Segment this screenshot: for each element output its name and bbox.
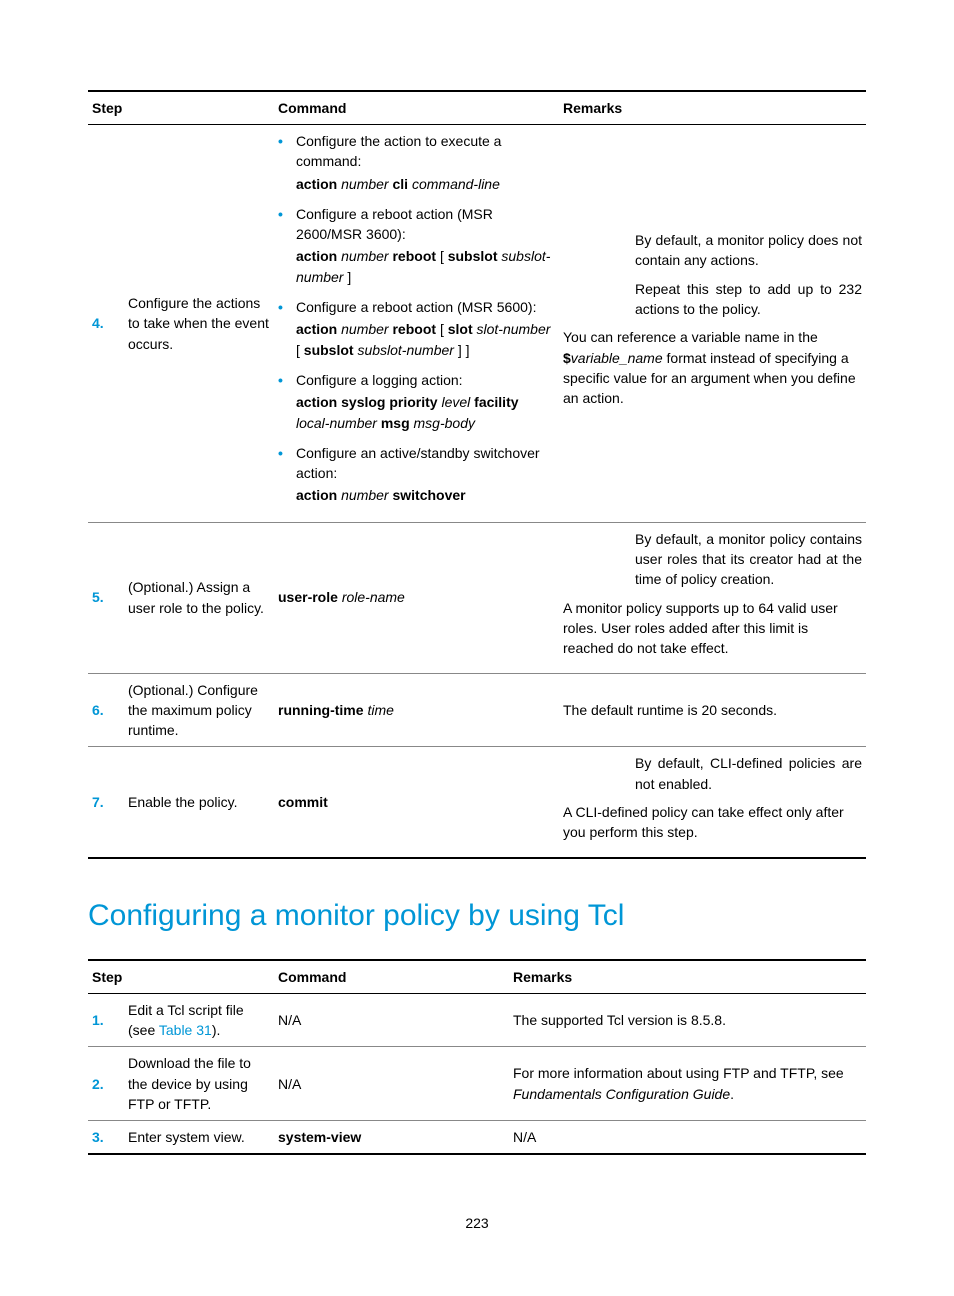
remark-para: A CLI-defined policy can take effect onl… xyxy=(563,802,862,843)
step-command: N/A xyxy=(274,1047,509,1121)
step-remarks: The supported Tcl version is 8.5.8. xyxy=(509,993,866,1047)
step-remarks: By default, a monitor policy contains us… xyxy=(559,522,866,673)
table-row: 4. Configure the actions to take when th… xyxy=(88,125,866,523)
bullet-item: Configure a reboot action (MSR 2600/MSR … xyxy=(278,204,555,287)
step-number: 2. xyxy=(88,1047,124,1121)
step-number: 5. xyxy=(88,522,124,673)
step-remarks: N/A xyxy=(509,1121,866,1155)
step-remarks: By default, CLI-defined policies are not… xyxy=(559,747,866,858)
bullet-text: Configure an active/standby switchover a… xyxy=(296,445,540,481)
step-desc: Edit a Tcl script file (see Table 31). xyxy=(124,993,274,1047)
bullet-item: Configure a logging action: action syslo… xyxy=(278,370,555,433)
page-number: 223 xyxy=(88,1215,866,1231)
remark-para: The default runtime is 20 seconds. xyxy=(563,700,862,720)
step-remarks: By default, a monitor policy does not co… xyxy=(559,125,866,523)
table-row: 5. (Optional.) Assign a user role to the… xyxy=(88,522,866,673)
step-command: user-role role-name xyxy=(274,522,559,673)
bullet-text: Configure the action to execute a comman… xyxy=(296,133,501,169)
remark-para: Repeat this step to add up to 232 action… xyxy=(635,279,862,320)
step-desc: (Optional.) Configure the maximum policy… xyxy=(124,673,274,747)
step-number: 3. xyxy=(88,1121,124,1155)
bullet-text: Configure a reboot action (MSR 2600/MSR … xyxy=(296,206,493,242)
command-line: action number cli command-line xyxy=(296,174,555,194)
command-line: action number reboot [ slot slot-number … xyxy=(296,319,555,360)
step-number: 1. xyxy=(88,993,124,1047)
procedure-table-2: Step Command Remarks 1. Edit a Tcl scrip… xyxy=(88,959,866,1156)
bullet-text: Configure a logging action: xyxy=(296,372,463,388)
step-desc: Enter system view. xyxy=(124,1121,274,1155)
table-header-row: Step Command Remarks xyxy=(88,91,866,125)
bullet-item: Configure a reboot action (MSR 5600): ac… xyxy=(278,297,555,360)
col-step: Step xyxy=(88,960,274,994)
step-command: N/A xyxy=(274,993,509,1047)
bullet-item: Configure the action to execute a comman… xyxy=(278,131,555,194)
step-command: running-time time xyxy=(274,673,559,747)
remark-para: By default, a monitor policy does not co… xyxy=(635,230,862,271)
step-desc: Download the file to the device by using… xyxy=(124,1047,274,1121)
step-command: system-view xyxy=(274,1121,509,1155)
bullet-item: Configure an active/standby switchover a… xyxy=(278,443,555,506)
table-header-row: Step Command Remarks xyxy=(88,960,866,994)
step-desc: Enable the policy. xyxy=(124,747,274,858)
table-row: 6. (Optional.) Configure the maximum pol… xyxy=(88,673,866,747)
col-remarks: Remarks xyxy=(509,960,866,994)
table-link[interactable]: Table 31 xyxy=(159,1022,212,1038)
table-row: 7. Enable the policy. commit By default,… xyxy=(88,747,866,858)
section-heading: Configuring a monitor policy by using Tc… xyxy=(88,899,866,933)
bullet-text: Configure a reboot action (MSR 5600): xyxy=(296,299,536,315)
table-row: 3. Enter system view. system-view N/A xyxy=(88,1121,866,1155)
step-number: 4. xyxy=(88,125,124,523)
col-remarks: Remarks xyxy=(559,91,866,125)
step-remarks: The default runtime is 20 seconds. xyxy=(559,673,866,747)
step-number: 7. xyxy=(88,747,124,858)
step-desc: Configure the actions to take when the e… xyxy=(124,125,274,523)
col-command: Command xyxy=(274,91,559,125)
command-line: action number reboot [ subslot subslot-n… xyxy=(296,246,555,287)
col-command: Command xyxy=(274,960,509,994)
remark-para: You can reference a variable name in the… xyxy=(563,327,862,408)
remark-para: By default, CLI-defined policies are not… xyxy=(635,753,862,794)
col-step: Step xyxy=(88,91,274,125)
step-remarks: For more information about using FTP and… xyxy=(509,1047,866,1121)
command-line: action number switchover xyxy=(296,485,555,505)
table-row: 1. Edit a Tcl script file (see Table 31)… xyxy=(88,993,866,1047)
remark-para: A monitor policy supports up to 64 valid… xyxy=(563,598,862,659)
command-line: action syslog priority level facility lo… xyxy=(296,392,555,433)
step-command: Configure the action to execute a comman… xyxy=(274,125,559,523)
step-number: 6. xyxy=(88,673,124,747)
page-content: Step Command Remarks 4. Configure the ac… xyxy=(0,0,954,1291)
table-row: 2. Download the file to the device by us… xyxy=(88,1047,866,1121)
step-command: commit xyxy=(274,747,559,858)
procedure-table-1: Step Command Remarks 4. Configure the ac… xyxy=(88,90,866,859)
step-desc: (Optional.) Assign a user role to the po… xyxy=(124,522,274,673)
remark-para: By default, a monitor policy contains us… xyxy=(635,529,862,590)
